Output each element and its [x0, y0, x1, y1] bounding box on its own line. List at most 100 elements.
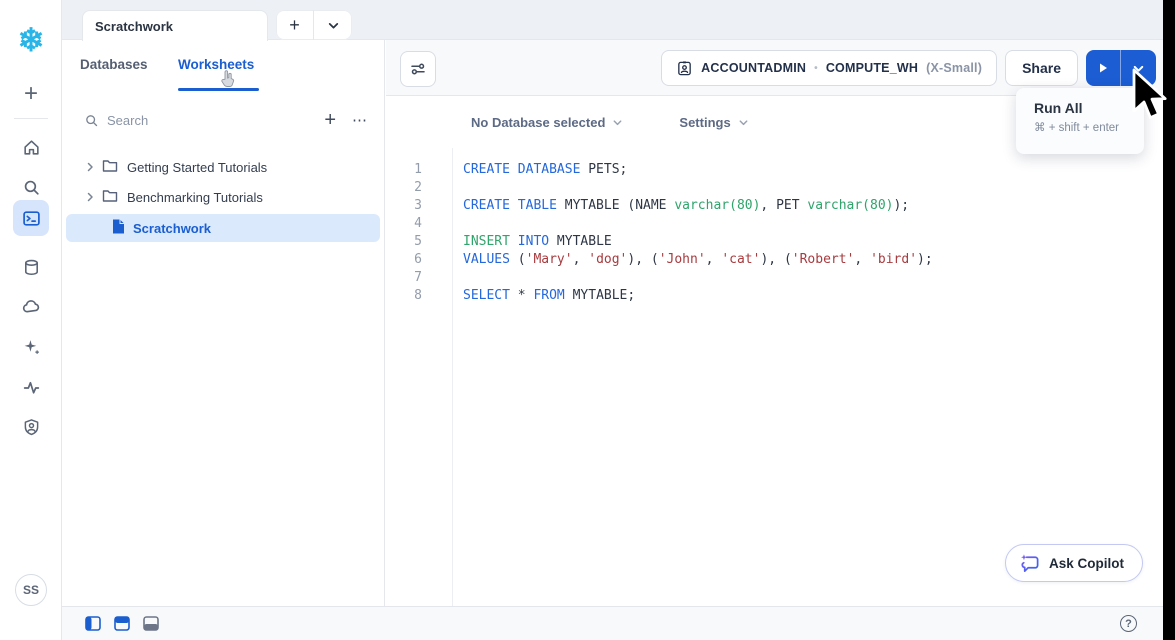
- projects-worksheets-icon[interactable]: [13, 200, 49, 236]
- new-worksheet-tab-button[interactable]: +: [276, 10, 314, 40]
- role-label: ACCOUNTADMIN: [701, 61, 806, 75]
- code-lines[interactable]: CREATE DATABASE PETS; CREATE TABLE MYTAB…: [453, 148, 1175, 606]
- database-selector[interactable]: No Database selected: [471, 115, 623, 130]
- chevron-right-icon[interactable]: [85, 160, 97, 175]
- line-number: 6: [386, 251, 422, 269]
- toggle-bottom-panel-icon[interactable]: [143, 616, 159, 631]
- new-worksheet-button[interactable]: +: [324, 109, 336, 132]
- tab-list-chevron-button[interactable]: [314, 10, 352, 40]
- toggle-top-panel-icon[interactable]: [114, 616, 130, 631]
- tree-item-folder[interactable]: Benchmarking Tutorials: [62, 182, 384, 212]
- code-token: varchar(80): [807, 198, 893, 213]
- folder-icon: [102, 189, 118, 206]
- code-token: 'bird': [870, 252, 917, 267]
- session-context-selector[interactable]: ACCOUNTADMIN • COMPUTE_WH (X-Small): [661, 50, 997, 86]
- chevron-down-icon: [738, 117, 749, 128]
- mouse-cursor-arrow: [1130, 68, 1170, 126]
- code-token: INSERT: [463, 234, 510, 249]
- header-actions: ACCOUNTADMIN • COMPUTE_WH (X-Small) Shar…: [661, 50, 1156, 86]
- code-token: , PET: [760, 198, 807, 213]
- code-token: ), (: [627, 252, 658, 267]
- worksheet-tree: Getting Started Tutorials Benchmarking T…: [62, 152, 384, 242]
- role-badge-icon: [676, 60, 693, 77]
- code-line[interactable]: VALUES ('Mary', 'dog'), ('John', 'cat'),…: [463, 251, 1175, 269]
- code-line[interactable]: [463, 179, 1175, 197]
- line-number: 1: [386, 161, 422, 179]
- code-token: PETS;: [580, 162, 627, 177]
- active-tab-underline: [178, 88, 259, 91]
- code-line[interactable]: [463, 215, 1175, 233]
- code-token: 'cat': [721, 252, 760, 267]
- worksheet-doc-icon: [112, 219, 125, 237]
- ai-ml-sparkles-icon[interactable]: [13, 329, 49, 365]
- snowsight-app: ❄ + SS Scratchwork: [0, 0, 1175, 640]
- cloud-icon[interactable]: [13, 289, 49, 325]
- run-button[interactable]: [1086, 50, 1121, 86]
- line-number: 8: [386, 287, 422, 305]
- admin-icon[interactable]: [13, 409, 49, 445]
- tab-scratchwork[interactable]: Scratchwork: [82, 10, 268, 41]
- run-all-shortcut: ⌘ + shift + enter: [1034, 120, 1144, 134]
- run-options-menu: Run All ⌘ + shift + enter: [1016, 88, 1144, 154]
- sql-editor[interactable]: 12345678 CREATE DATABASE PETS; CREATE TA…: [386, 148, 1175, 606]
- settings-menu[interactable]: Settings: [679, 115, 748, 130]
- toggle-left-panel-icon[interactable]: [85, 616, 101, 631]
- code-line[interactable]: SELECT * FROM MYTABLE;: [463, 287, 1175, 305]
- copilot-sparkle-bubble-icon: [1019, 553, 1040, 574]
- user-avatar[interactable]: SS: [15, 574, 47, 606]
- chevron-right-icon[interactable]: [85, 190, 97, 205]
- code-token: ,: [854, 252, 870, 267]
- tree-item-folder[interactable]: Getting Started Tutorials: [62, 152, 384, 182]
- worksheet-filters-icon[interactable]: [400, 51, 436, 87]
- code-token: CREATE TABLE: [463, 198, 557, 213]
- search-placeholder: Search: [107, 113, 148, 128]
- code-line[interactable]: CREATE TABLE MYTABLE (NAME varchar(80), …: [463, 197, 1175, 215]
- context-separator: •: [814, 63, 818, 74]
- tree-item-worksheet-selected[interactable]: Scratchwork: [66, 214, 380, 242]
- tree-item-label: Benchmarking Tutorials: [127, 190, 263, 205]
- code-token: ,: [706, 252, 722, 267]
- object-sidebar: Databases Worksheets Search + ⋯ Getting …: [62, 40, 385, 606]
- code-line[interactable]: CREATE DATABASE PETS;: [463, 161, 1175, 179]
- tab-label: Scratchwork: [95, 19, 173, 34]
- play-icon: [1097, 62, 1109, 74]
- menu-item-run-all[interactable]: Run All: [1034, 100, 1144, 116]
- code-token: INTO: [518, 234, 549, 249]
- line-number: 2: [386, 179, 422, 197]
- tree-item-label: Scratchwork: [133, 221, 211, 236]
- worksheet-tabstrip: Scratchwork +: [62, 0, 1175, 40]
- home-icon[interactable]: [13, 129, 49, 165]
- warehouse-size-label: (X-Small): [926, 61, 982, 75]
- search-input[interactable]: Search: [84, 113, 148, 128]
- layout-toggles: [85, 616, 159, 631]
- tab-databases[interactable]: Databases: [80, 57, 148, 72]
- share-button[interactable]: Share: [1005, 50, 1078, 86]
- code-token: );: [893, 198, 909, 213]
- tab-worksheets[interactable]: Worksheets: [178, 57, 254, 72]
- code-token: MYTABLE: [549, 234, 612, 249]
- data-icon[interactable]: [13, 249, 49, 285]
- line-number: 4: [386, 215, 422, 233]
- code-token: FROM: [533, 288, 564, 303]
- code-token: *: [510, 288, 533, 303]
- snowflake-logo-icon[interactable]: ❄: [0, 22, 62, 58]
- activity-icon[interactable]: [13, 369, 49, 405]
- line-numbers: 12345678: [386, 148, 453, 606]
- ask-copilot-button[interactable]: Ask Copilot: [1005, 544, 1143, 582]
- search-icon: [84, 113, 99, 128]
- code-token: ), (: [760, 252, 791, 267]
- code-token: MYTABLE (NAME: [557, 198, 674, 213]
- folder-icon: [102, 159, 118, 176]
- line-number: 7: [386, 269, 422, 287]
- code-line[interactable]: INSERT INTO MYTABLE: [463, 233, 1175, 251]
- worksheet-search-row: Search + ⋯: [62, 106, 384, 146]
- code-token: (: [510, 252, 526, 267]
- code-token: varchar(80): [674, 198, 760, 213]
- create-new-button[interactable]: +: [0, 80, 62, 108]
- code-line[interactable]: [463, 269, 1175, 287]
- code-token: 'dog': [588, 252, 627, 267]
- more-options-button[interactable]: ⋯: [352, 111, 368, 129]
- code-token: );: [917, 252, 933, 267]
- code-token: MYTABLE;: [565, 288, 635, 303]
- help-button[interactable]: ?: [1120, 615, 1137, 632]
